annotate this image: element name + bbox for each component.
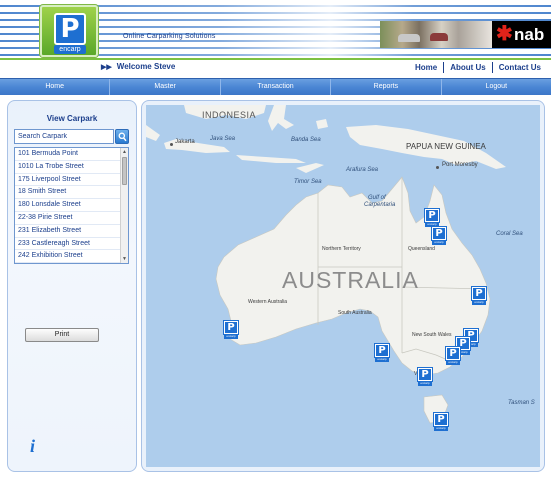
scroll-up-icon[interactable]: ▲	[121, 148, 128, 156]
label-nsw: New South Wales	[412, 332, 452, 338]
pin-tag: encarp	[446, 360, 460, 365]
pin-tag: encarp	[418, 381, 432, 386]
list-item[interactable]: 18 Smith Street	[15, 186, 128, 200]
logo-letter: P	[54, 13, 86, 45]
pin-tag: encarp	[375, 357, 389, 362]
list-item[interactable]: 231 Elizabeth Street	[15, 225, 128, 238]
label-jakarta: Jakarta	[175, 139, 195, 145]
encarp-logo[interactable]: P encarp	[40, 5, 98, 57]
carpark-list[interactable]: 101 Bermuda Point 1010 La Trobe Street 175…	[14, 147, 129, 264]
scroll-thumb[interactable]	[122, 157, 127, 185]
search-input[interactable]	[14, 129, 114, 144]
list-item[interactable]: 1010 La Trobe Street	[15, 161, 128, 174]
sidebar-title: View Carpark	[46, 114, 98, 123]
label-png: PAPUA NEW GUINEA	[406, 142, 486, 151]
link-about-us[interactable]: About Us	[443, 62, 492, 73]
parking-icon: P	[375, 344, 389, 357]
parking-icon: P	[418, 368, 432, 381]
header-photo	[380, 21, 492, 48]
nav-master[interactable]: Master	[110, 79, 221, 95]
list-item[interactable]: 242 Exhibition Street	[15, 250, 128, 263]
label-timor-sea: Timor Sea	[294, 179, 322, 185]
carpark-pin[interactable]: Pencarp	[418, 368, 432, 387]
carpark-pin[interactable]: Pencarp	[472, 287, 486, 306]
map[interactable]: INDONESIA Jakarta Java Sea Banda Sea PAP…	[146, 105, 540, 467]
list-item[interactable]: 233 Castlereagh Street	[15, 238, 128, 251]
nab-text: nab	[514, 25, 545, 44]
nab-logo: ✱ nab	[492, 21, 551, 48]
label-australia: AUSTRALIA	[282, 267, 419, 293]
pin-tag: encarp	[432, 240, 446, 245]
carpark-pin[interactable]: Pencarp	[446, 347, 460, 366]
logo-tag: encarp	[54, 45, 86, 54]
label-banda-sea: Banda Sea	[291, 137, 321, 143]
label-port-moresby: Port Moresby	[442, 162, 478, 168]
label-coral-sea: Coral Sea	[496, 231, 523, 237]
link-home[interactable]: Home	[409, 62, 443, 73]
double-chevron-icon: ▶▶	[101, 64, 112, 71]
label-south-australia: South Australia	[338, 310, 372, 316]
label-queensland: Queensland	[408, 246, 435, 252]
carpark-pin[interactable]: Pencarp	[432, 227, 446, 246]
scroll-down-icon[interactable]: ▼	[121, 255, 128, 263]
nav-reports[interactable]: Reports	[331, 79, 442, 95]
app-window: P encarp Online Carparking Solutions ✱ n…	[0, 0, 551, 480]
label-northern-territory: Northern Territory	[322, 246, 361, 252]
nav-logout[interactable]: Logout	[442, 79, 551, 95]
star-icon: ✱	[496, 23, 513, 45]
label-gulf: Gulf of	[368, 195, 386, 201]
top-links: Home About Us Contact Us	[409, 62, 547, 73]
list-scrollbar[interactable]: ▲ ▼	[120, 148, 128, 263]
tagline: Online Carparking Solutions	[123, 33, 216, 40]
label-arafura-sea: Arafura Sea	[346, 167, 379, 173]
label-indonesia: INDONESIA	[202, 110, 257, 120]
main-nav: Home Master Transaction Reports Logout	[0, 78, 551, 95]
pin-tag: encarp	[434, 426, 448, 431]
carpark-list-items: 101 Bermuda Point 1010 La Trobe Street 175…	[15, 148, 128, 263]
search-icon	[118, 132, 127, 142]
link-contact-us[interactable]: Contact Us	[491, 62, 547, 73]
parking-icon: P	[434, 413, 448, 426]
label-java-sea: Java Sea	[210, 136, 236, 142]
header: P encarp Online Carparking Solutions ✱ n…	[0, 0, 551, 58]
list-item[interactable]: 175 Liverpool Street	[15, 174, 128, 187]
parking-icon: P	[425, 209, 439, 222]
city-dot	[436, 166, 439, 169]
carpark-pin[interactable]: Pencarp	[434, 413, 448, 432]
photo-car	[430, 33, 448, 41]
list-item[interactable]: 101 Bermuda Point	[15, 148, 128, 161]
list-item[interactable]: 22-38 Pirie Street	[15, 212, 128, 225]
nav-transaction[interactable]: Transaction	[221, 79, 332, 95]
welcome-text: ▶▶ Welcome Steve	[101, 62, 175, 71]
carpark-pin[interactable]: Pencarp	[224, 321, 238, 340]
label-gulf-2: Carpentaria	[364, 202, 396, 208]
print-button[interactable]: Print	[25, 328, 99, 342]
sidebar: View Carpark 101 Bermuda Point1010 La Tr…	[7, 100, 137, 472]
pin-tag: encarp	[224, 334, 238, 339]
carpark-pin[interactable]: Pencarp	[425, 209, 439, 228]
parking-icon: P	[432, 227, 446, 240]
search-button[interactable]	[115, 129, 129, 144]
parking-icon: P	[472, 287, 486, 300]
label-tasman-sea: Tasman S	[508, 400, 535, 406]
list-item[interactable]: 180 Lonsdale Street	[15, 199, 128, 212]
parking-icon: P	[446, 347, 460, 360]
nav-home[interactable]: Home	[0, 79, 111, 95]
label-western-australia: Western Australia	[248, 299, 288, 305]
photo-car	[398, 34, 420, 42]
city-dot	[170, 143, 173, 146]
parking-icon: P	[224, 321, 238, 334]
welcome-label: Welcome Steve	[116, 62, 176, 71]
info-icon[interactable]: i	[30, 437, 44, 455]
pin-tag: encarp	[472, 300, 486, 305]
carpark-pin[interactable]: Pencarp	[375, 344, 389, 363]
